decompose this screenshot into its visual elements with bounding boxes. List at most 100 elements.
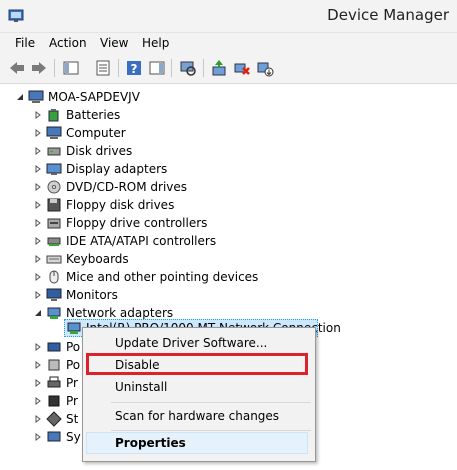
title-bar: Device Manager bbox=[0, 0, 457, 33]
expand-arrow-icon[interactable] bbox=[34, 255, 42, 263]
expand-arrow-icon[interactable] bbox=[34, 415, 42, 423]
tree-item-label: Computer bbox=[66, 126, 126, 140]
enable-device-icon[interactable] bbox=[256, 59, 274, 77]
tree-item-processors[interactable]: Pr bbox=[34, 392, 78, 410]
processor-icon bbox=[48, 395, 60, 407]
tree-item-batteries[interactable]: Batteries bbox=[34, 106, 120, 124]
menu-action[interactable]: Action bbox=[49, 36, 87, 50]
battery-icon bbox=[48, 109, 59, 122]
menu-separator bbox=[111, 430, 311, 431]
tree-item-label: Po bbox=[66, 358, 81, 372]
tree-item-floppy-disk-drives[interactable]: Floppy disk drives bbox=[34, 196, 174, 214]
expand-arrow-icon[interactable] bbox=[34, 273, 42, 281]
expand-arrow-icon[interactable] bbox=[34, 201, 42, 209]
tree-item-display-adapters[interactable]: Display adapters bbox=[34, 160, 167, 178]
tree-item-ide-controllers[interactable]: IDE ATA/ATAPI controllers bbox=[34, 232, 216, 250]
toolbar-separator bbox=[118, 59, 119, 77]
menu-help[interactable]: Help bbox=[142, 36, 169, 50]
scan-hardware-icon[interactable] bbox=[179, 59, 197, 77]
ide-controller-icon bbox=[47, 237, 61, 246]
tree-item-ports[interactable]: Po bbox=[34, 338, 80, 356]
tree-item-label: Display adapters bbox=[66, 162, 168, 176]
portable-device-icon bbox=[48, 359, 60, 371]
device-manager-app-icon[interactable] bbox=[8, 8, 24, 24]
tree-item-label: St bbox=[66, 412, 79, 426]
help-icon[interactable]: ? bbox=[125, 59, 143, 77]
menu-item-properties[interactable]: Properties bbox=[85, 432, 311, 454]
tree-item-label: Batteries bbox=[66, 108, 121, 122]
network-adapter-icon bbox=[67, 322, 81, 334]
expand-arrow-icon[interactable] bbox=[34, 361, 42, 369]
expand-arrow-icon[interactable] bbox=[34, 219, 42, 227]
display-adapter-icon bbox=[46, 163, 62, 175]
context-menu: Update Driver Software... Disable Uninst… bbox=[82, 327, 316, 462]
tree-item-keyboards[interactable]: Keyboards bbox=[34, 250, 129, 268]
properties-sheet-icon[interactable] bbox=[94, 59, 112, 77]
expand-arrow-icon[interactable] bbox=[34, 291, 42, 299]
forward-arrow-icon[interactable] bbox=[30, 59, 48, 77]
tree-item-storage-controllers[interactable]: St bbox=[34, 410, 78, 428]
tree-item-floppy-drive-controllers[interactable]: Floppy drive controllers bbox=[34, 214, 207, 232]
expand-arrow-icon[interactable] bbox=[34, 129, 42, 137]
tree-item-label: Sy bbox=[66, 430, 81, 444]
tree-item-system-devices[interactable]: Sy bbox=[34, 428, 81, 446]
expand-arrow-icon[interactable] bbox=[34, 111, 42, 119]
tree-item-portable-devices[interactable]: Po bbox=[34, 356, 80, 374]
computer-icon bbox=[28, 90, 44, 103]
menu-item-scan-hardware[interactable]: Scan for hardware changes bbox=[85, 405, 311, 427]
menu-item-update-driver[interactable]: Update Driver Software... bbox=[85, 332, 311, 354]
tree-item-label: Monitors bbox=[66, 288, 118, 302]
expand-arrow-icon[interactable] bbox=[34, 379, 42, 387]
tree-item-dvd-cd-rom-drives[interactable]: DVD/CD-ROM drives bbox=[34, 178, 187, 196]
tree-item-computer[interactable]: Computer bbox=[34, 124, 126, 142]
tree-item-label: Floppy disk drives bbox=[66, 198, 175, 212]
tree-item-label: Po bbox=[66, 340, 81, 354]
menu-separator bbox=[111, 402, 311, 403]
menu-file[interactable]: File bbox=[15, 36, 35, 50]
menu-item-label: Update Driver Software... bbox=[115, 336, 268, 350]
system-device-icon bbox=[47, 431, 61, 442]
action-pane-icon[interactable] bbox=[148, 59, 166, 77]
tree-item-label: Pr bbox=[66, 394, 78, 408]
collapse-arrow-icon[interactable] bbox=[16, 93, 24, 101]
expand-arrow-icon[interactable] bbox=[34, 433, 42, 441]
tree-item-print-queues[interactable]: Pr bbox=[34, 374, 78, 392]
dvd-drive-icon bbox=[47, 180, 61, 194]
floppy-controller-icon bbox=[47, 218, 61, 229]
printer-icon bbox=[47, 376, 61, 388]
tree-item-mice[interactable]: Mice and other pointing devices bbox=[34, 268, 258, 286]
expand-arrow-icon[interactable] bbox=[34, 165, 42, 173]
show-hide-console-tree-icon[interactable] bbox=[62, 59, 80, 77]
expand-arrow-icon[interactable] bbox=[34, 343, 42, 351]
menu-item-uninstall[interactable]: Uninstall bbox=[85, 376, 311, 398]
floppy-disk-icon bbox=[47, 198, 61, 212]
storage-controller-icon bbox=[46, 411, 62, 427]
toolbar-separator bbox=[203, 59, 204, 77]
update-driver-icon[interactable] bbox=[210, 59, 228, 77]
uninstall-device-icon[interactable] bbox=[233, 59, 251, 77]
network-adapter-icon bbox=[47, 307, 61, 319]
back-arrow-icon[interactable] bbox=[8, 59, 26, 77]
expand-arrow-icon[interactable] bbox=[34, 147, 42, 155]
tree-item-label: Pr bbox=[66, 376, 78, 390]
mouse-icon bbox=[49, 270, 59, 284]
monitor-icon bbox=[46, 288, 62, 301]
tree-item-label: Keyboards bbox=[66, 252, 129, 266]
expand-arrow-icon[interactable] bbox=[34, 397, 42, 405]
window-title: Device Manager bbox=[327, 6, 449, 24]
annotation-highlight-box bbox=[86, 353, 308, 375]
tree-item-monitors[interactable]: Monitors bbox=[34, 286, 118, 304]
expand-arrow-icon[interactable] bbox=[34, 183, 42, 191]
tree-item-label: Floppy drive controllers bbox=[66, 216, 208, 230]
tree-item-label: Disk drives bbox=[66, 144, 133, 158]
menu-item-label: Scan for hardware changes bbox=[115, 409, 280, 423]
tree-root[interactable]: MOA-SAPDEVJV bbox=[16, 88, 140, 106]
toolbar-separator bbox=[54, 59, 55, 77]
tree-item-disk-drives[interactable]: Disk drives bbox=[34, 142, 132, 160]
collapse-arrow-icon[interactable] bbox=[34, 309, 42, 317]
menu-bar: File Action View Help bbox=[0, 33, 457, 53]
menu-view[interactable]: View bbox=[100, 36, 128, 50]
menu-item-label: Uninstall bbox=[115, 380, 168, 394]
tree-item-label: Mice and other pointing devices bbox=[66, 270, 259, 284]
expand-arrow-icon[interactable] bbox=[34, 237, 42, 245]
